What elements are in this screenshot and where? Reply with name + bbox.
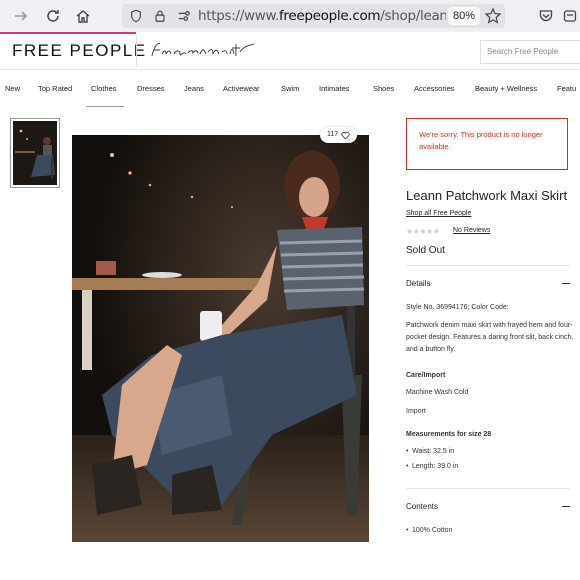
bookmark-star-icon[interactable] (484, 7, 502, 25)
divider (406, 488, 570, 489)
url-domain: freepeople.com (278, 8, 381, 24)
active-nav-underline (86, 106, 124, 107)
likes-badge[interactable]: 117 (320, 127, 358, 143)
arrow-right-icon (15, 11, 28, 21)
likes-count: 117 (327, 131, 339, 138)
free-people-logo[interactable]: FREE PEOPLE (12, 41, 147, 61)
pocket-icon[interactable] (538, 8, 554, 24)
import-text: Import (406, 408, 426, 415)
reload-icon (47, 10, 59, 22)
nav-accessories[interactable]: Accessories (414, 84, 454, 93)
waist-measurement: Waist: 32.5 in (406, 448, 454, 455)
product-photo[interactable] (72, 135, 369, 542)
permissions-icon[interactable] (174, 6, 194, 26)
home-icon (76, 10, 90, 23)
nav-dresses[interactable]: Dresses (137, 84, 165, 93)
nav-new[interactable]: New (5, 84, 20, 93)
back-button[interactable] (10, 5, 32, 27)
style-number: Style No. 36994176; Color Code: (406, 304, 509, 311)
nav-shoes[interactable]: Shoes (373, 84, 394, 93)
url-path: /shop/leann-patchwo (380, 8, 446, 24)
lock-icon[interactable] (150, 6, 170, 26)
brand-accent-line (0, 32, 136, 34)
unavailable-alert: We're sorry. This product is no longer a… (406, 118, 568, 170)
contents-collapse-icon[interactable] (562, 506, 570, 507)
heart-icon[interactable] (341, 131, 350, 140)
contents-heading[interactable]: Contents (406, 502, 438, 511)
care-text: Machine Wash Cold (406, 389, 469, 396)
product-title: Leann Patchwork Maxi Skirt (406, 188, 568, 203)
category-nav: New Top Rated Clothes Dresses Jeans Acti… (0, 80, 580, 100)
home-button[interactable] (72, 5, 94, 27)
reviews-link[interactable]: No Reviews (453, 227, 490, 234)
browser-toolbar: https://www.freepeople.com/shop/leann-pa… (0, 0, 580, 32)
nav-top-rated[interactable]: Top Rated (38, 84, 72, 93)
nav-jeans[interactable]: Jeans (184, 84, 204, 93)
product-thumbnail[interactable] (10, 118, 60, 188)
stock-status: Sold Out (406, 245, 445, 256)
rating-stars: ★★★★★ (406, 227, 440, 236)
nav-swim[interactable]: Swim (281, 84, 299, 93)
divider (406, 265, 570, 266)
length-measurement: Length: 39.0 in (406, 463, 458, 470)
shop-all-link[interactable]: Shop all Free People (406, 210, 471, 217)
care-heading: Care/Import (406, 372, 446, 379)
measurements-heading: Measurements for size 28 (406, 431, 492, 438)
reload-button[interactable] (42, 5, 64, 27)
url-text[interactable]: https://www.freepeople.com/shop/leann-pa… (198, 8, 446, 24)
nav-featured[interactable]: Featu (557, 84, 576, 93)
nav-clothes[interactable]: Clothes (91, 84, 116, 93)
nav-beauty-wellness[interactable]: Beauty + Wellness (475, 84, 537, 93)
header-divider (136, 36, 137, 66)
toolbar-right-icons (538, 8, 578, 24)
extension-icon[interactable] (562, 8, 578, 24)
shield-icon[interactable] (126, 6, 146, 26)
thumbnail-image (13, 121, 57, 185)
nav-activewear[interactable]: Activewear (223, 84, 260, 93)
details-heading[interactable]: Details (406, 279, 430, 288)
url-prefix: https://www. (198, 8, 279, 24)
zoom-level[interactable]: 80% (448, 7, 481, 25)
site-header: FREE PEOPLE Search Free People (0, 32, 580, 70)
details-collapse-icon[interactable] (562, 283, 570, 284)
nav-intimates[interactable]: Intimates (319, 84, 349, 93)
contents-item: 100% Cotton (406, 527, 453, 534)
search-input[interactable]: Search Free People (480, 40, 580, 64)
product-description: Patchwork denim maxi skirt with frayed h… (406, 322, 574, 353)
fp-movement-logo[interactable] (148, 38, 258, 64)
